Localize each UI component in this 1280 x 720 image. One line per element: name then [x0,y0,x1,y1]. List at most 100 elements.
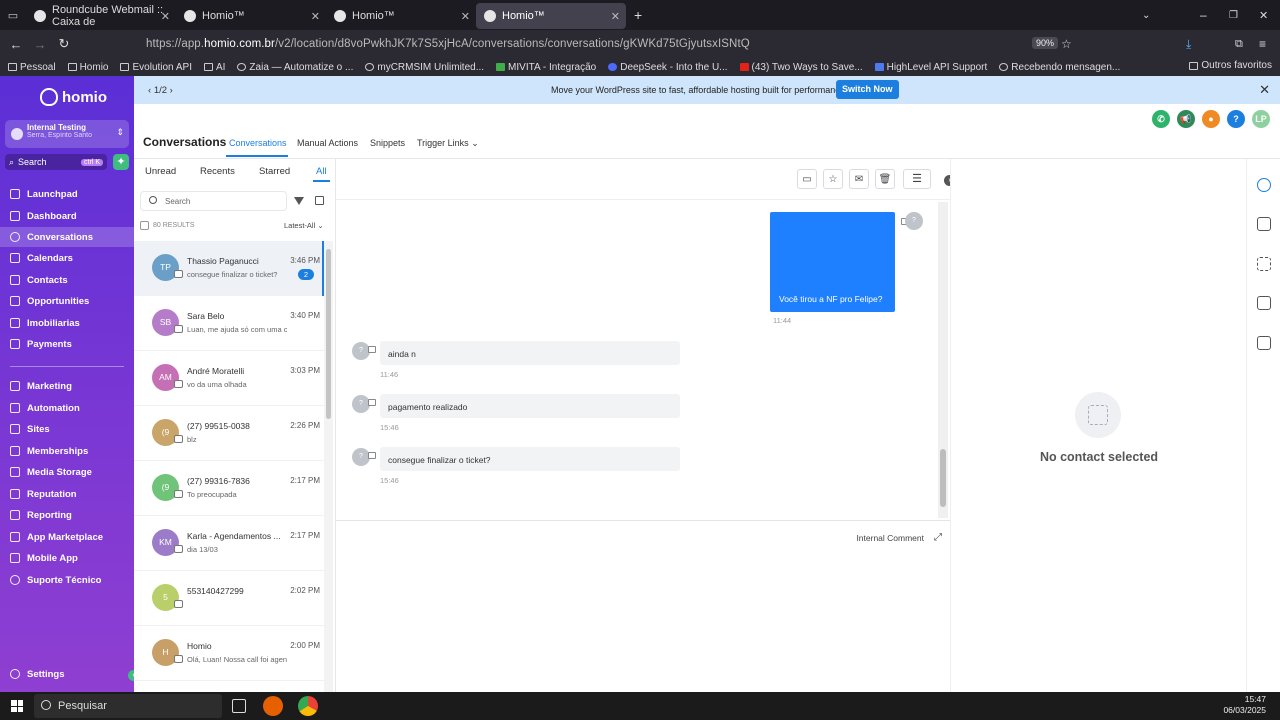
other-bookmarks[interactable]: Outros favoritos [1189,60,1272,71]
sidebar-search[interactable]: ⌕ Search ctrl K [5,154,107,170]
banner-pager[interactable]: ‹ 1/2 › [148,85,173,96]
conversation-list-item[interactable]: TP Thassio Paganucci consegue finalizar o … [134,241,324,296]
sidebar-item-launchpad[interactable]: Launchpad [0,184,134,204]
browser-tab-homio-1[interactable]: Homio™ ✕ [176,3,326,29]
sidebar-item-reputation[interactable]: Reputation [0,484,134,504]
bookmark-item[interactable]: myCRMSIM Unlimited... [365,62,484,73]
conversation-list-item[interactable]: SB Sara Belo Luan, me ajuda só com uma coi… [134,296,324,351]
list-scrollbar-thumb[interactable] [326,249,331,419]
close-banner-icon[interactable]: ✕ [1259,82,1270,98]
chrome-icon[interactable] [298,696,318,716]
close-tab-icon[interactable]: ✕ [461,10,470,23]
conversation-list-item[interactable]: KM Karla - Agendamentos ... dia 13/03 2:17 … [134,516,324,571]
homio-logo[interactable]: homio [40,88,107,106]
tab-list-icon[interactable]: ▭ [0,9,26,22]
bookmark-item[interactable]: (43) Two Ways to Save... [739,62,863,73]
bookmark-item[interactable]: Homio [67,62,108,73]
filter-unread[interactable]: Unread [145,166,176,177]
calendar-icon[interactable] [1257,217,1271,231]
bookmark-item[interactable]: AI [203,62,225,73]
sort-select[interactable]: Latest-All ⌄ [284,221,324,230]
sidebar-item-app-marketplace[interactable]: App Marketplace [0,527,134,547]
tab-conversations[interactable]: Conversations [229,138,287,148]
tab-trigger-links[interactable]: Trigger Links ⌄ [417,138,479,149]
message-composer[interactable]: Internal Comment ⤢ [336,520,950,692]
sidebar-item-suporte-tecnico[interactable]: Suporte Técnico [0,570,134,590]
quick-action-button[interactable]: ✦ [113,154,129,170]
expand-composer-icon[interactable]: ⤢ [934,532,942,543]
chat-scrollbar-thumb[interactable] [940,449,946,507]
minimize-window-icon[interactable]: – [1200,8,1207,22]
address-bar[interactable]: https://app.homio.com.br/v2/location/d8v… [146,38,750,50]
notes-document-icon[interactable] [1257,336,1271,350]
task-view-icon[interactable] [232,699,246,713]
close-tab-icon[interactable]: ✕ [161,10,170,23]
new-tab-icon[interactable]: + [634,7,642,23]
back-arrow-icon[interactable]: ← [4,37,28,52]
sidebar-item-reporting[interactable]: Reporting [0,505,134,525]
taskbar-clock[interactable]: 15:47 06/03/2025 [1223,694,1266,716]
bookmark-item[interactable]: Recebendo mensagen... [999,62,1120,73]
sidebar-item-settings[interactable]: Settings [0,664,134,684]
compose-icon[interactable] [315,196,324,205]
phone-icon[interactable]: ✆ [1152,110,1170,128]
folder-icon[interactable]: ▭ [797,169,817,189]
user-avatar[interactable]: LP [1252,110,1270,128]
mark-unread-icon[interactable]: ✉ [849,169,869,189]
browser-tab-homio-2[interactable]: Homio™ ✕ [326,3,476,29]
firefox-icon[interactable] [263,696,283,716]
downloads-icon[interactable]: ⤓ [1186,37,1191,52]
opportunities-icon[interactable] [1257,257,1271,271]
bookmark-item[interactable]: Pessoal [8,62,56,73]
sidebar-item-opportunities[interactable]: Opportunities [0,291,134,311]
help-icon[interactable]: ? [1227,110,1245,128]
trash-icon[interactable]: 🗑 [875,169,895,189]
sidebar-item-marketing[interactable]: Marketing [0,376,134,396]
filter-starred[interactable]: Starred [259,166,290,177]
reload-icon[interactable]: ↻ [52,36,76,52]
windows-start-icon[interactable] [11,700,23,712]
sidebar-item-payments[interactable]: Payments [0,334,134,354]
conversation-list-item[interactable]: (9 (27) 99316-7836 To preocupada 2:17 PM [134,461,324,516]
menu-icon[interactable]: ≡ [1259,37,1266,51]
close-window-icon[interactable]: ✕ [1259,9,1268,22]
sidebar-item-mobile-app[interactable]: Mobile App [0,548,134,568]
taskbar-search[interactable]: Pesquisar [34,694,222,718]
conversation-list-item[interactable]: (9 (27) 99515-0038 blz 2:26 PM [134,406,324,461]
sidebar-item-dashboard[interactable]: Dashboard [0,206,134,226]
notification-bell-icon[interactable]: ● [1202,110,1220,128]
sidebar-item-sites[interactable]: Sites [0,419,134,439]
conversation-list-item[interactable]: AM André Moratelli vo da uma olhada 3:03 PM [134,351,324,406]
select-all-checkbox[interactable] [140,221,149,230]
bookmark-item[interactable]: Evolution API [120,62,192,73]
bookmark-item[interactable]: HighLevel API Support [874,62,987,73]
zoom-level-badge[interactable]: 90% [1032,37,1059,49]
tab-overflow-chevron-icon[interactable]: ⌄ [1142,10,1150,21]
sidebar-item-imobiliarias[interactable]: Imobiliarias [0,313,134,333]
sidebar-item-media-storage[interactable]: Media Storage [0,462,134,482]
account-switcher[interactable]: Internal Testing Serra, Espírito Santo ⇕ [5,120,129,148]
bookmark-star-icon[interactable]: ☆ [1061,37,1072,51]
sort-lines-icon[interactable]: ☰ [903,169,931,189]
conversation-search-input[interactable]: Search [140,191,287,211]
sidebar-item-automation[interactable]: Automation [0,398,134,418]
forward-arrow-icon[interactable]: → [28,37,52,52]
restore-window-icon[interactable]: ❐ [1229,10,1238,21]
browser-tab-homio-active[interactable]: Homio™ ✕ [476,3,626,29]
tasks-check-icon[interactable] [1257,296,1271,310]
bookmark-item[interactable]: MIVITA - Integração [496,62,596,73]
filter-icon[interactable] [294,197,304,205]
announcement-icon[interactable]: 📢 [1177,110,1195,128]
conversation-list-item[interactable]: H Homio Olá, Luan! Nossa call foi agend 2:0… [134,626,324,681]
star-icon[interactable]: ☆ [823,169,843,189]
tab-snippets[interactable]: Snippets [370,138,405,148]
internal-comment-toggle[interactable]: Internal Comment [856,533,924,543]
close-tab-icon[interactable]: ✕ [611,10,620,23]
sidebar-item-conversations[interactable]: Conversations [0,227,134,247]
filter-recents[interactable]: Recents [200,166,235,177]
extensions-icon[interactable]: ⧉ [1235,38,1243,51]
sidebar-item-contacts[interactable]: Contacts [0,270,134,290]
close-tab-icon[interactable]: ✕ [311,10,320,23]
switch-now-button[interactable]: Switch Now [836,80,899,99]
browser-tab-roundcube[interactable]: Roundcube Webmail :: Caixa de ✕ [26,3,176,29]
